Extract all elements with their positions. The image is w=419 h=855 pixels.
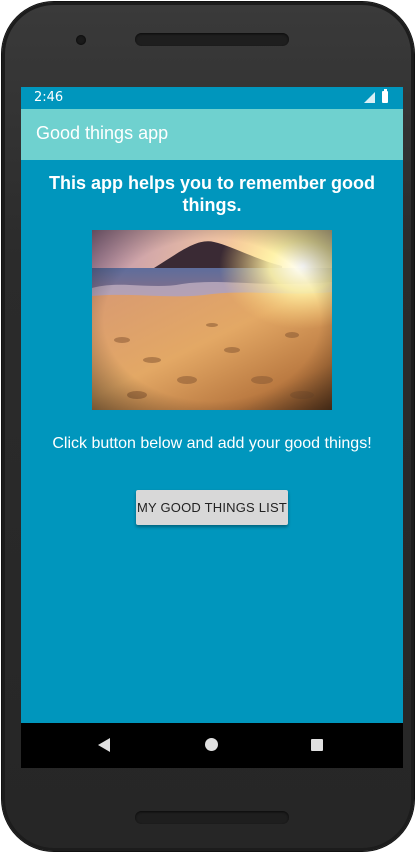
battery-icon <box>382 89 388 103</box>
device-screen: 2:46 Good things app This app helps you … <box>21 87 403 768</box>
phone-frame: 2:46 Good things app This app helps you … <box>2 2 414 851</box>
app-bar: Good things app <box>21 109 403 160</box>
front-camera-icon <box>76 35 86 45</box>
navigation-bar <box>21 723 403 768</box>
good-things-list-button[interactable]: MY GOOD THINGS LIST <box>136 490 288 525</box>
back-icon[interactable] <box>98 738 110 752</box>
bottom-speaker <box>135 811 289 824</box>
beach-sunset-image <box>92 230 332 410</box>
headline: This app helps you to remember good thin… <box>48 173 376 215</box>
status-time: 2:46 <box>34 90 64 105</box>
app-title: Good things app <box>36 123 169 143</box>
home-icon[interactable] <box>205 738 218 751</box>
instruction-text: Click button below and add your good thi… <box>52 435 372 452</box>
cell-signal-icon <box>364 92 375 103</box>
earpiece-speaker <box>135 33 289 46</box>
recents-icon[interactable] <box>311 739 323 751</box>
status-bar: 2:46 <box>21 87 403 109</box>
